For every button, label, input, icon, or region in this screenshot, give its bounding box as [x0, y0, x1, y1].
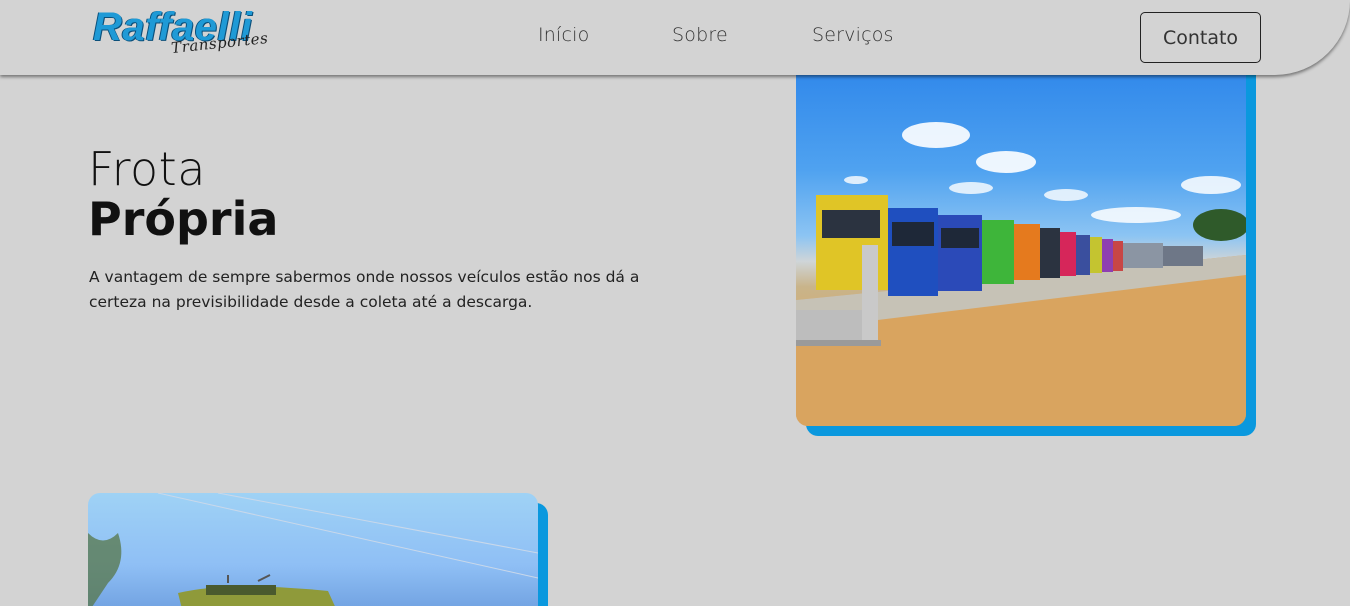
fleet-trucks-photo	[796, 60, 1246, 426]
nav-link-sobre[interactable]: Sobre	[672, 24, 728, 46]
hero-title-bold: Própria	[88, 192, 279, 246]
nav-link-servicos[interactable]: Serviços	[812, 24, 894, 46]
nav-link-inicio[interactable]: Início	[538, 24, 589, 46]
hero-title-light: Frota	[88, 142, 206, 196]
hero-description: A vantagem de sempre sabermos onde nosso…	[89, 268, 640, 311]
truck-photo	[88, 493, 538, 606]
contact-button[interactable]: Contato	[1140, 12, 1261, 63]
site-header: Raffaelli Transportes Início Sobre Servi…	[0, 0, 1350, 75]
